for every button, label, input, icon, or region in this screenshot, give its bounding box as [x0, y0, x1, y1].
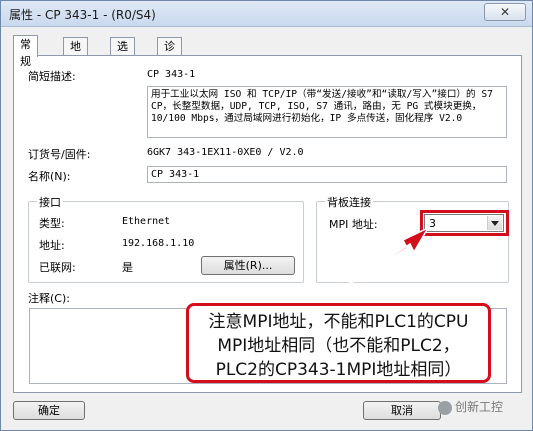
callout-line-2: MPI地址相同（也不能和PLC2，	[217, 336, 460, 356]
callout-line-1: 注意MPI地址，不能和PLC1的CPU	[208, 312, 469, 332]
ok-button[interactable]: 确定	[13, 401, 85, 420]
order-number-value: 6GK7 343-1EX11-0XE0 / V2.0	[147, 147, 304, 158]
wechat-icon	[438, 400, 452, 415]
name-field[interactable]: CP 343-1	[147, 166, 507, 183]
order-number-label: 订货号/固件:	[28, 148, 91, 161]
title-bar: 属性 - CP 343-1 - (R0/S4) ✕	[1, 1, 532, 27]
address-value: 192.168.1.10	[122, 238, 195, 249]
comment-label: 注释(C):	[28, 292, 70, 305]
type-label: 类型:	[39, 217, 65, 230]
cancel-button[interactable]: 取消	[363, 401, 441, 420]
watermark-text: 创新工控	[455, 400, 504, 414]
backplane-group-title: 背板连接	[325, 194, 373, 210]
name-label: 名称(N):	[28, 170, 71, 183]
interface-properties-button[interactable]: 属性(R)...	[201, 256, 295, 275]
networked-label: 已联网:	[39, 261, 76, 274]
tab-general-label: 常规	[20, 38, 31, 68]
tab-diagnostics[interactable]: 诊断	[157, 37, 182, 70]
interface-group: 接口 类型: Ethernet 地址: 192.168.1.10 已联网: 是 …	[28, 194, 304, 283]
type-value: Ethernet	[122, 216, 171, 227]
tab-general[interactable]: 常规	[13, 35, 38, 68]
interface-group-title: 接口	[37, 194, 63, 210]
window-title: 属性 - CP 343-1 - (R0/S4)	[9, 8, 156, 22]
networked-value: 是	[122, 261, 133, 274]
tab-options[interactable]: 选项	[110, 37, 135, 70]
close-button[interactable]: ✕	[484, 3, 526, 21]
short-desc-label: 简短描述:	[28, 70, 76, 83]
short-desc-value: CP 343-1	[147, 69, 196, 80]
tab-address[interactable]: 地址	[63, 37, 88, 70]
mpi-address-label: MPI 地址:	[329, 218, 378, 231]
annotation-callout: 注意MPI地址，不能和PLC1的CPU MPI地址相同（也不能和PLC2， PL…	[186, 303, 491, 383]
close-icon: ✕	[499, 5, 511, 19]
long-description: 用于工业以太网 ISO 和 TCP/IP（带“发送/接收”和“读取/写入”接口）…	[147, 86, 507, 138]
callout-line-3: PLC2的CP343-1MPI地址相同）	[215, 360, 462, 380]
mpi-highlight-box	[420, 210, 509, 236]
address-label: 地址:	[39, 239, 65, 252]
watermark: 创新工控	[438, 398, 503, 415]
